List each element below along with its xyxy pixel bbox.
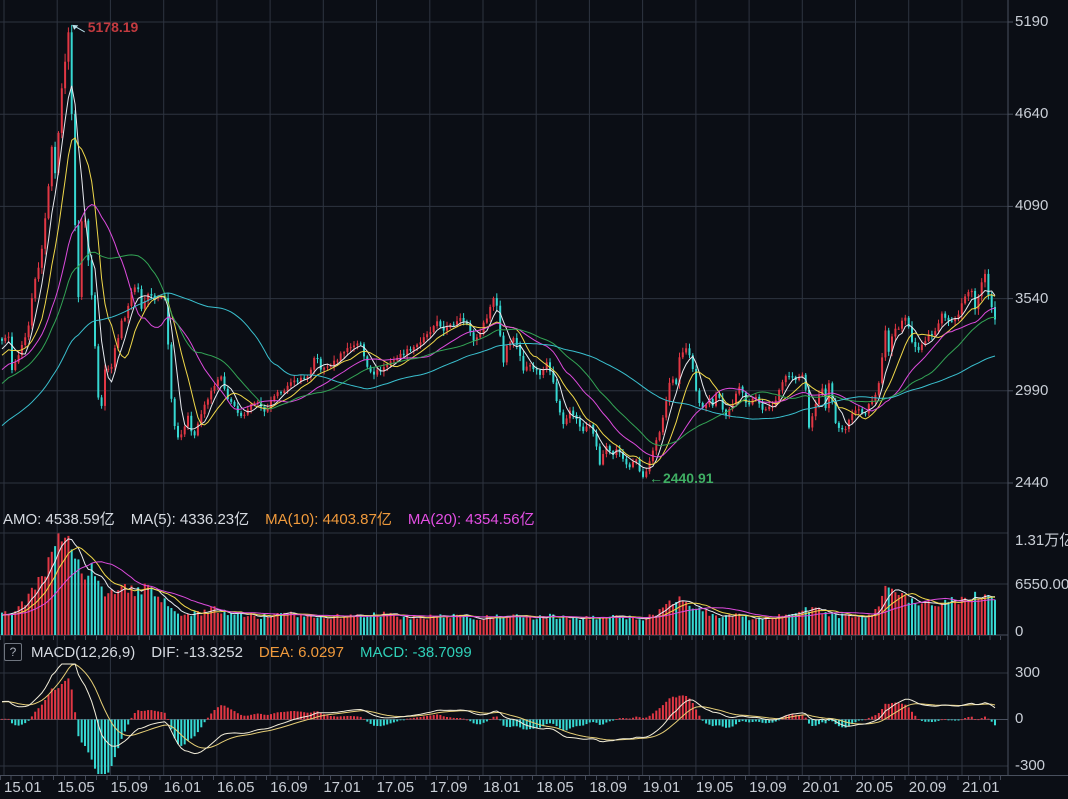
volume-indicator-row: AMO: 4538.59亿 MA(5): 4336.23亿 MA(10): 4403… bbox=[3, 508, 551, 529]
price-y-axis-label: 2990 bbox=[1015, 381, 1049, 399]
dif-value: DIF: -13.3252 bbox=[151, 644, 243, 661]
time-axis-label: 20.01 bbox=[802, 779, 840, 796]
amo-ma20-value: MA(20): 4354.56亿 bbox=[407, 511, 535, 528]
macd-y-axis-label: 300 bbox=[1015, 664, 1041, 681]
price-y-axis-label: 3540 bbox=[1015, 289, 1049, 307]
minor-ticks-volume bbox=[0, 636, 1008, 640]
time-axis-label: 15.01 bbox=[4, 779, 42, 796]
price-y-axis-label: 4090 bbox=[1015, 197, 1049, 215]
time-axis-label: 15.05 bbox=[57, 779, 95, 796]
time-axis-label: 16.05 bbox=[216, 779, 255, 796]
macd-indicator-row: ? MACD(12,26,9) DIF: -13.3252 DEA: 6.0297 MA… bbox=[4, 643, 488, 661]
time-axis-label: 16.01 bbox=[163, 779, 202, 796]
price-y-axis-label: 4640 bbox=[1015, 105, 1049, 123]
amo-ma5-value: MA(5): 4336.23亿 bbox=[130, 511, 250, 528]
time-axis-label: 20.09 bbox=[908, 779, 947, 796]
time-axis-label: 18.01 bbox=[482, 779, 521, 796]
volume-y-axis-label: 0 bbox=[1015, 623, 1024, 640]
time-axis-label: 15.09 bbox=[110, 779, 148, 796]
time-axis-label: 17.01 bbox=[323, 779, 361, 796]
time-axis-label: 19.09 bbox=[749, 779, 787, 796]
help-icon[interactable]: ? bbox=[4, 643, 22, 661]
dea-value: DEA: 6.0297 bbox=[258, 644, 344, 661]
time-axis-label: 18.09 bbox=[589, 779, 627, 796]
time-axis-label: 19.01 bbox=[642, 779, 681, 796]
time-axis-label: 19.05 bbox=[695, 779, 734, 796]
amo-ma10-value: MA(10): 4403.87亿 bbox=[265, 511, 392, 528]
volume-y-axis-label: 6550.00 bbox=[1015, 576, 1068, 593]
macd-y-axis-label: 0 bbox=[1015, 710, 1024, 727]
macd-value: MACD: -38.7099 bbox=[359, 644, 472, 661]
trough-price-annotation: ←2440.91 bbox=[648, 469, 714, 486]
time-axis-label: 16.09 bbox=[270, 779, 308, 796]
price-panel bbox=[1, 24, 996, 479]
time-axis-label: 17.05 bbox=[376, 779, 415, 796]
stock-chart-app: AMO: 4538.59亿 MA(5): 4336.23亿 MA(10): 4403… bbox=[0, 0, 1068, 799]
time-axis-label: 21.01 bbox=[961, 779, 1000, 796]
volume-y-axis-label: 1.31万亿 bbox=[1015, 532, 1068, 549]
price-y-axis-label: 2440 bbox=[1015, 474, 1049, 491]
time-axis-label: 17.09 bbox=[429, 779, 468, 796]
macd-y-axis-label: -300 bbox=[1015, 757, 1046, 774]
macd-name: MACD(12,26,9) bbox=[31, 644, 136, 661]
time-axis-label: 18.05 bbox=[536, 779, 574, 796]
time-axis-label: 20.05 bbox=[855, 779, 894, 796]
price-y-axis-label: 5190 bbox=[1015, 13, 1049, 30]
peak-price-annotation: 5178.19 bbox=[87, 18, 139, 35]
chart-canvas[interactable] bbox=[0, 0, 1068, 799]
amo-value: AMO: 4538.59亿 bbox=[3, 511, 115, 528]
